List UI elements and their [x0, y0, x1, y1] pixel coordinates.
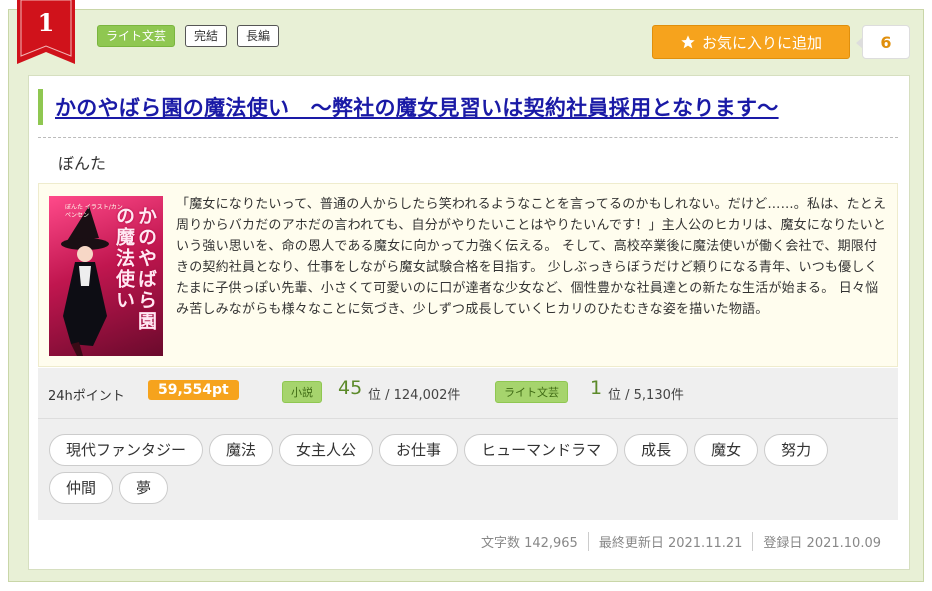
keyword-tag[interactable]: お仕事: [379, 434, 459, 466]
points-value: 59,554pt: [148, 380, 239, 400]
genre-rank-number: 1: [590, 377, 603, 399]
rank-number: 1: [37, 8, 55, 37]
length-tag: 長編: [237, 25, 280, 47]
keyword-tag[interactable]: 現代ファンタジー: [49, 434, 204, 466]
star-icon: [681, 35, 695, 49]
keyword-list: 現代ファンタジー 魔法 女主人公 お仕事 ヒューマンドラマ 成長 魔女 努力 仲…: [49, 434, 889, 504]
synopsis-text: 「魔女になりたいって、普通の人からしたら笑われるようなことを言ってるのかもしれな…: [176, 197, 887, 317]
keyword-area: 現代ファンタジー 魔法 女主人公 お仕事 ヒューマンドラマ 成長 魔女 努力 仲…: [38, 418, 898, 520]
last-updated: 最終更新日 2021.11.21: [587, 532, 753, 551]
divider: [38, 418, 898, 419]
keyword-tag[interactable]: 成長: [624, 434, 689, 466]
status-tag: 完結: [185, 25, 228, 47]
work-meta: 文字数 142,965 最終更新日 2021.11.21 登録日 2021.10…: [471, 532, 891, 551]
cover-title-text: かのやばら園の魔法使い: [113, 206, 157, 332]
rank-badge: 1: [17, 0, 75, 64]
favorite-count: 6: [856, 25, 910, 59]
work-card: かのやばら園の魔法使い ～弊社の魔女見習いは契約社員採用となります～ ぼんた ぼ…: [28, 75, 910, 570]
divider: [38, 137, 898, 138]
novel-rank-tag: 小説: [282, 381, 322, 403]
title-accent-bar: [38, 89, 43, 125]
keyword-tag[interactable]: 夢: [119, 472, 169, 504]
genre-rank-tag: ライト文芸: [495, 381, 568, 403]
genre-rank-total: 位 / 5,130件: [608, 388, 684, 403]
stats-row: 24hポイント 59,554pt 小説 45 位 / 124,002件 ライト文…: [38, 368, 898, 418]
summary-box: ぼんた イラスト/カンペンセン かのやばら園の魔法使い 「魔女になりたいって、普…: [38, 183, 898, 367]
cover-image[interactable]: ぼんた イラスト/カンペンセン かのやばら園の魔法使い: [49, 196, 163, 356]
author-name[interactable]: ぼんた: [58, 150, 106, 174]
keyword-tag[interactable]: 魔法: [209, 434, 274, 466]
novel-rank-number: 45: [338, 377, 363, 399]
novel-rank-total: 位 / 124,002件: [368, 388, 461, 403]
work-title-link[interactable]: かのやばら園の魔法使い ～弊社の魔女見習いは契約社員採用となります～: [55, 92, 779, 122]
add-favorite-button[interactable]: お気に入りに追加: [652, 25, 850, 59]
points-label: 24hポイント: [48, 389, 125, 404]
top-tags: ライト文芸 完結 長編: [97, 25, 280, 47]
keyword-tag[interactable]: 仲間: [49, 472, 114, 504]
registered-date: 登録日 2021.10.09: [752, 532, 891, 551]
genre-tag[interactable]: ライト文芸: [97, 25, 176, 47]
keyword-tag[interactable]: 努力: [764, 434, 829, 466]
keyword-tag[interactable]: 魔女: [694, 434, 759, 466]
keyword-tag[interactable]: ヒューマンドラマ: [464, 434, 619, 466]
keyword-tag[interactable]: 女主人公: [279, 434, 374, 466]
add-favorite-label: お気に入りに追加: [701, 33, 822, 52]
char-count: 文字数 142,965: [480, 536, 578, 551]
